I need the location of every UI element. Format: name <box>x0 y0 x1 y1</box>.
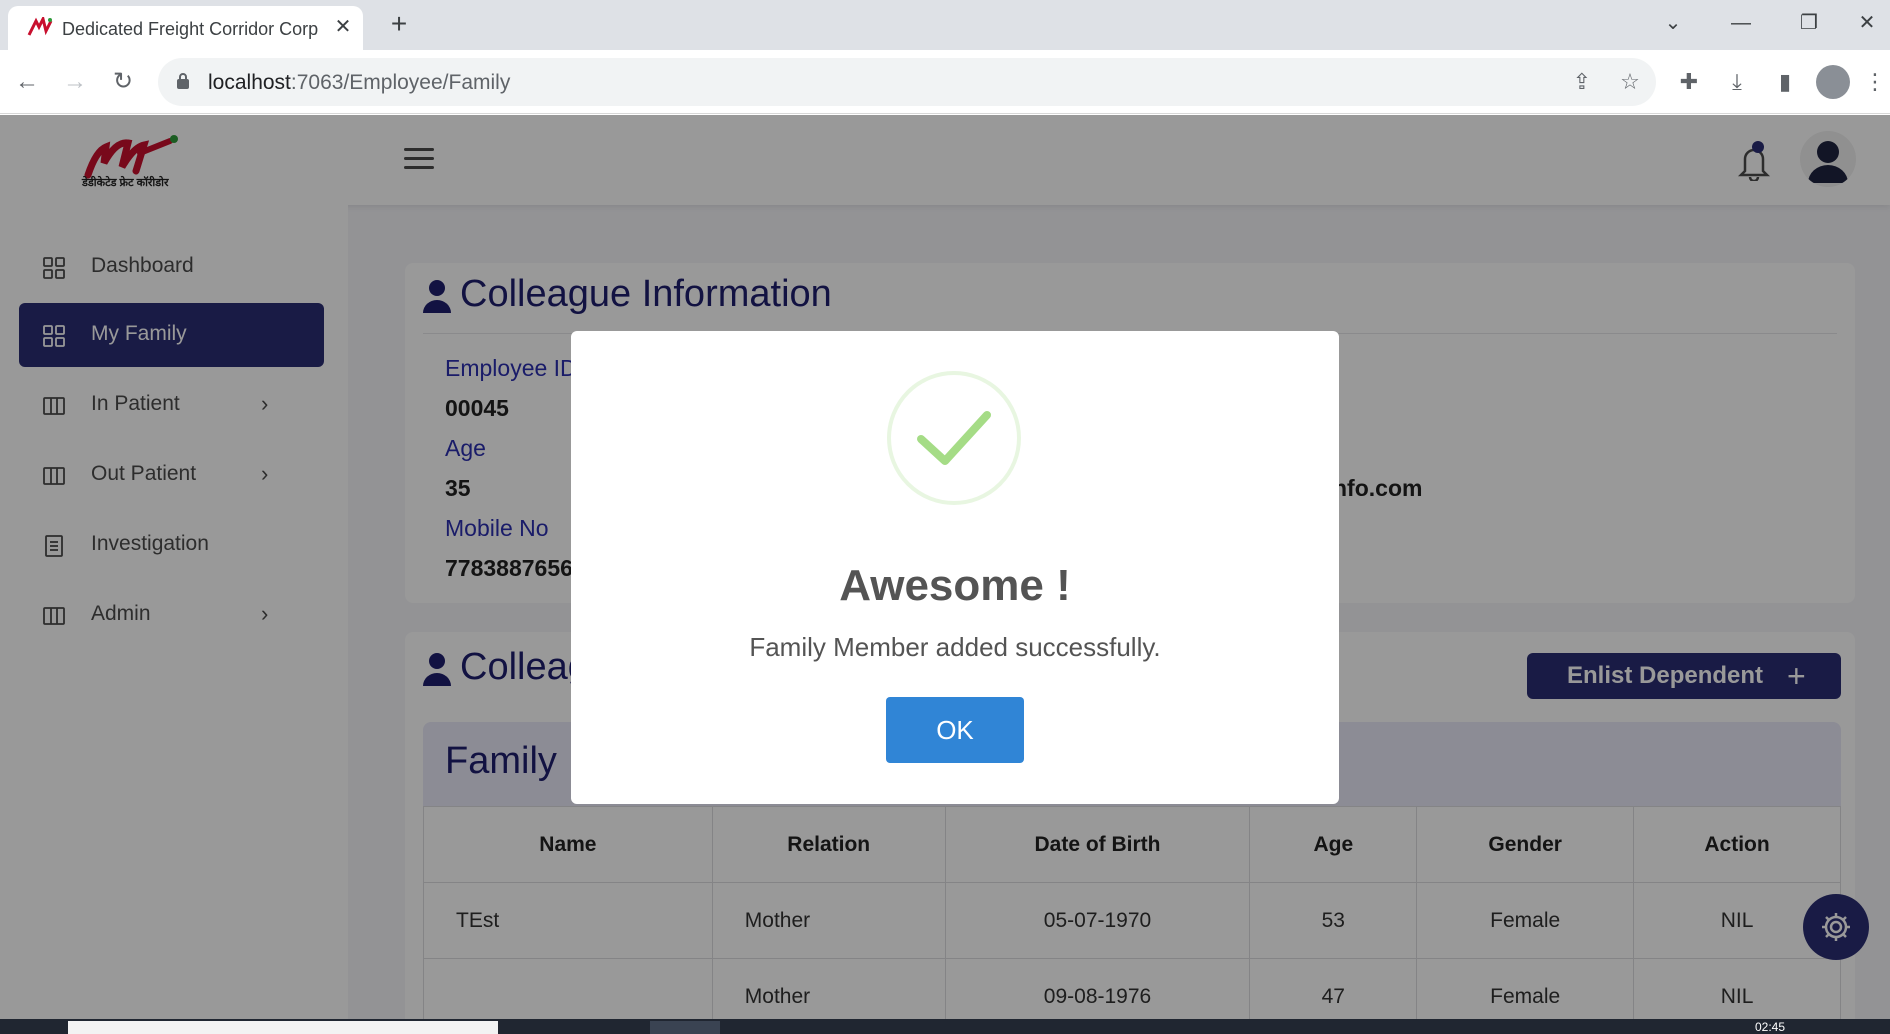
browser-tab[interactable]: Dedicated Freight Corridor Corp ✕ <box>8 6 363 50</box>
back-arrow-icon[interactable]: ← <box>10 65 44 99</box>
download-icon[interactable]: ⤓ <box>1720 65 1754 99</box>
tab-search-icon[interactable]: ⌄ <box>1650 6 1696 40</box>
success-check-icon <box>887 371 1021 505</box>
browser-toolbar: ← → ↻ localhost:7063/Employee/Family ⇪ ☆… <box>0 50 1890 114</box>
os-taskbar: 02:45 <box>0 1019 1890 1034</box>
url-text: localhost:7063/Employee/Family <box>208 71 511 94</box>
tab-title: Dedicated Freight Corridor Corp <box>62 19 319 39</box>
tab-close-icon[interactable]: ✕ <box>330 14 356 40</box>
new-tab-button[interactable]: + <box>382 8 416 42</box>
share-icon[interactable]: ⇪ <box>1568 68 1596 96</box>
address-bar[interactable]: localhost:7063/Employee/Family ⇪ ☆ <box>158 58 1656 106</box>
reload-icon[interactable]: ↻ <box>106 65 140 99</box>
browser-tab-strip: Dedicated Freight Corridor Corp ✕ + ⌄ — … <box>0 0 1890 50</box>
close-window-button[interactable]: ✕ <box>1844 6 1890 40</box>
restore-button[interactable]: ❐ <box>1786 6 1832 40</box>
taskbar-app[interactable] <box>650 1021 720 1034</box>
success-dialog: Awesome ! Family Member added successful… <box>571 331 1339 804</box>
side-panel-icon[interactable]: ▮ <box>1768 65 1802 99</box>
bookmark-star-icon[interactable]: ☆ <box>1616 68 1644 96</box>
minimize-button[interactable]: — <box>1718 6 1764 40</box>
ok-button[interactable]: OK <box>886 697 1024 763</box>
taskbar-search-box[interactable] <box>68 1021 498 1034</box>
profile-avatar-icon[interactable] <box>1816 65 1850 99</box>
menu-dots-icon[interactable]: ⋮ <box>1864 65 1886 99</box>
forward-arrow-icon[interactable]: → <box>58 65 92 99</box>
dfc-favicon-icon <box>27 17 53 36</box>
lock-icon <box>177 73 189 89</box>
dialog-title: Awesome ! <box>839 561 1071 610</box>
taskbar-clock: 02:45 <box>1755 1020 1786 1034</box>
dialog-message: Family Member added successfully. <box>749 632 1161 662</box>
extensions-puzzle-icon[interactable]: ✚ <box>1672 65 1706 99</box>
